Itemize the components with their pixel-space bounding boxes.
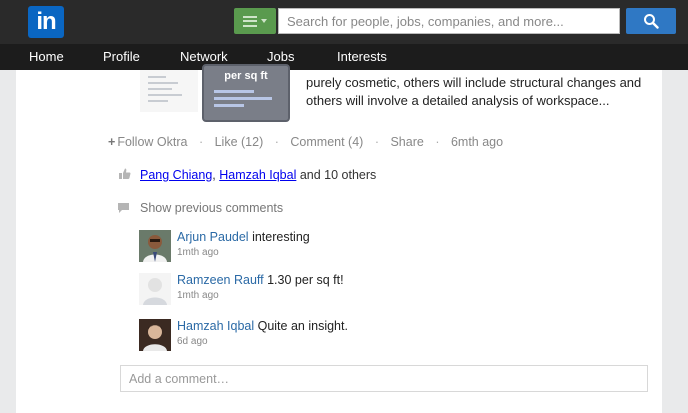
add-comment-input[interactable] <box>120 365 648 392</box>
top-bar: in <box>0 0 688 44</box>
comment-text: Ramzeen Rauff 1.30 per sq ft! <box>177 273 344 287</box>
share-link[interactable]: Share <box>390 135 423 149</box>
likes-rest: and 10 others <box>299 168 377 182</box>
snippet-line: others will involve a detailed analysis … <box>306 93 610 108</box>
main-nav: Home Profile Network Jobs Interests <box>0 44 688 70</box>
separator: · <box>435 135 440 149</box>
snippet-line: purely cosmetic, others will include str… <box>306 75 642 90</box>
comment-timestamp: 6d ago <box>177 336 208 347</box>
feed-post-card: per sq ft purely cosmetic, others will i… <box>16 64 662 413</box>
search-icon <box>644 14 659 29</box>
logo-text: in <box>36 8 56 35</box>
apps-menu-button[interactable] <box>234 8 276 34</box>
menu-icon <box>243 15 257 27</box>
show-previous-comments-link[interactable]: Show previous comments <box>140 201 283 215</box>
nav-home[interactable]: Home <box>29 49 64 64</box>
post-thumbnail[interactable]: per sq ft <box>140 64 312 122</box>
search-button[interactable] <box>626 8 676 34</box>
liker-link[interactable]: Pang Chiang <box>140 168 212 182</box>
comment-author-link[interactable]: Hamzah Iqbal <box>177 319 254 333</box>
avatar[interactable] <box>139 230 171 262</box>
post-timestamp: 6mth ago <box>450 135 504 149</box>
comment-text: Arjun Paudel interesting <box>177 230 310 244</box>
thumbnail-title: per sq ft <box>224 70 268 82</box>
comment-text: Hamzah Iqbal Quite an insight. <box>177 319 348 333</box>
document-preview-image <box>140 70 198 112</box>
comment-timestamp: 1mth ago <box>177 290 219 301</box>
likes-summary: Pang Chiang, Hamzah Iqbal and 10 others <box>140 168 376 182</box>
nav-profile[interactable]: Profile <box>103 49 140 64</box>
nav-interests[interactable]: Interests <box>337 49 387 64</box>
avatar[interactable] <box>139 273 171 305</box>
comment-message: Quite an insight. <box>257 319 348 333</box>
chevron-down-icon <box>261 19 267 23</box>
comment-message: 1.30 per sq ft! <box>267 273 344 287</box>
follow-link[interactable]: Follow Oktra <box>117 135 187 149</box>
comment-author-link[interactable]: Ramzeen Rauff <box>177 273 264 287</box>
price-card-image: per sq ft <box>202 64 290 122</box>
post-snippet: purely cosmetic, others will include str… <box>306 74 656 110</box>
separator: · <box>274 135 279 149</box>
avatar[interactable] <box>139 319 171 351</box>
comment-message: interesting <box>252 230 310 244</box>
comment-timestamp: 1mth ago <box>177 247 219 258</box>
plus-icon: + <box>108 135 116 149</box>
thumbs-up-icon <box>119 168 131 179</box>
separator: · <box>198 135 204 149</box>
comment-author-link[interactable]: Arjun Paudel <box>177 230 249 244</box>
comment-bubble-icon <box>118 203 129 213</box>
search-input[interactable] <box>278 8 620 34</box>
like-link[interactable]: Like (12) <box>215 135 264 149</box>
comment-link[interactable]: Comment (4) <box>290 135 363 149</box>
separator: · <box>374 135 379 149</box>
post-actions: + Follow Oktra · Like (12) · Comment (4) … <box>108 135 503 149</box>
nav-jobs[interactable]: Jobs <box>267 49 294 64</box>
linkedin-logo[interactable]: in <box>28 6 64 38</box>
nav-network[interactable]: Network <box>180 49 228 64</box>
liker-link[interactable]: Hamzah Iqbal <box>219 168 296 182</box>
